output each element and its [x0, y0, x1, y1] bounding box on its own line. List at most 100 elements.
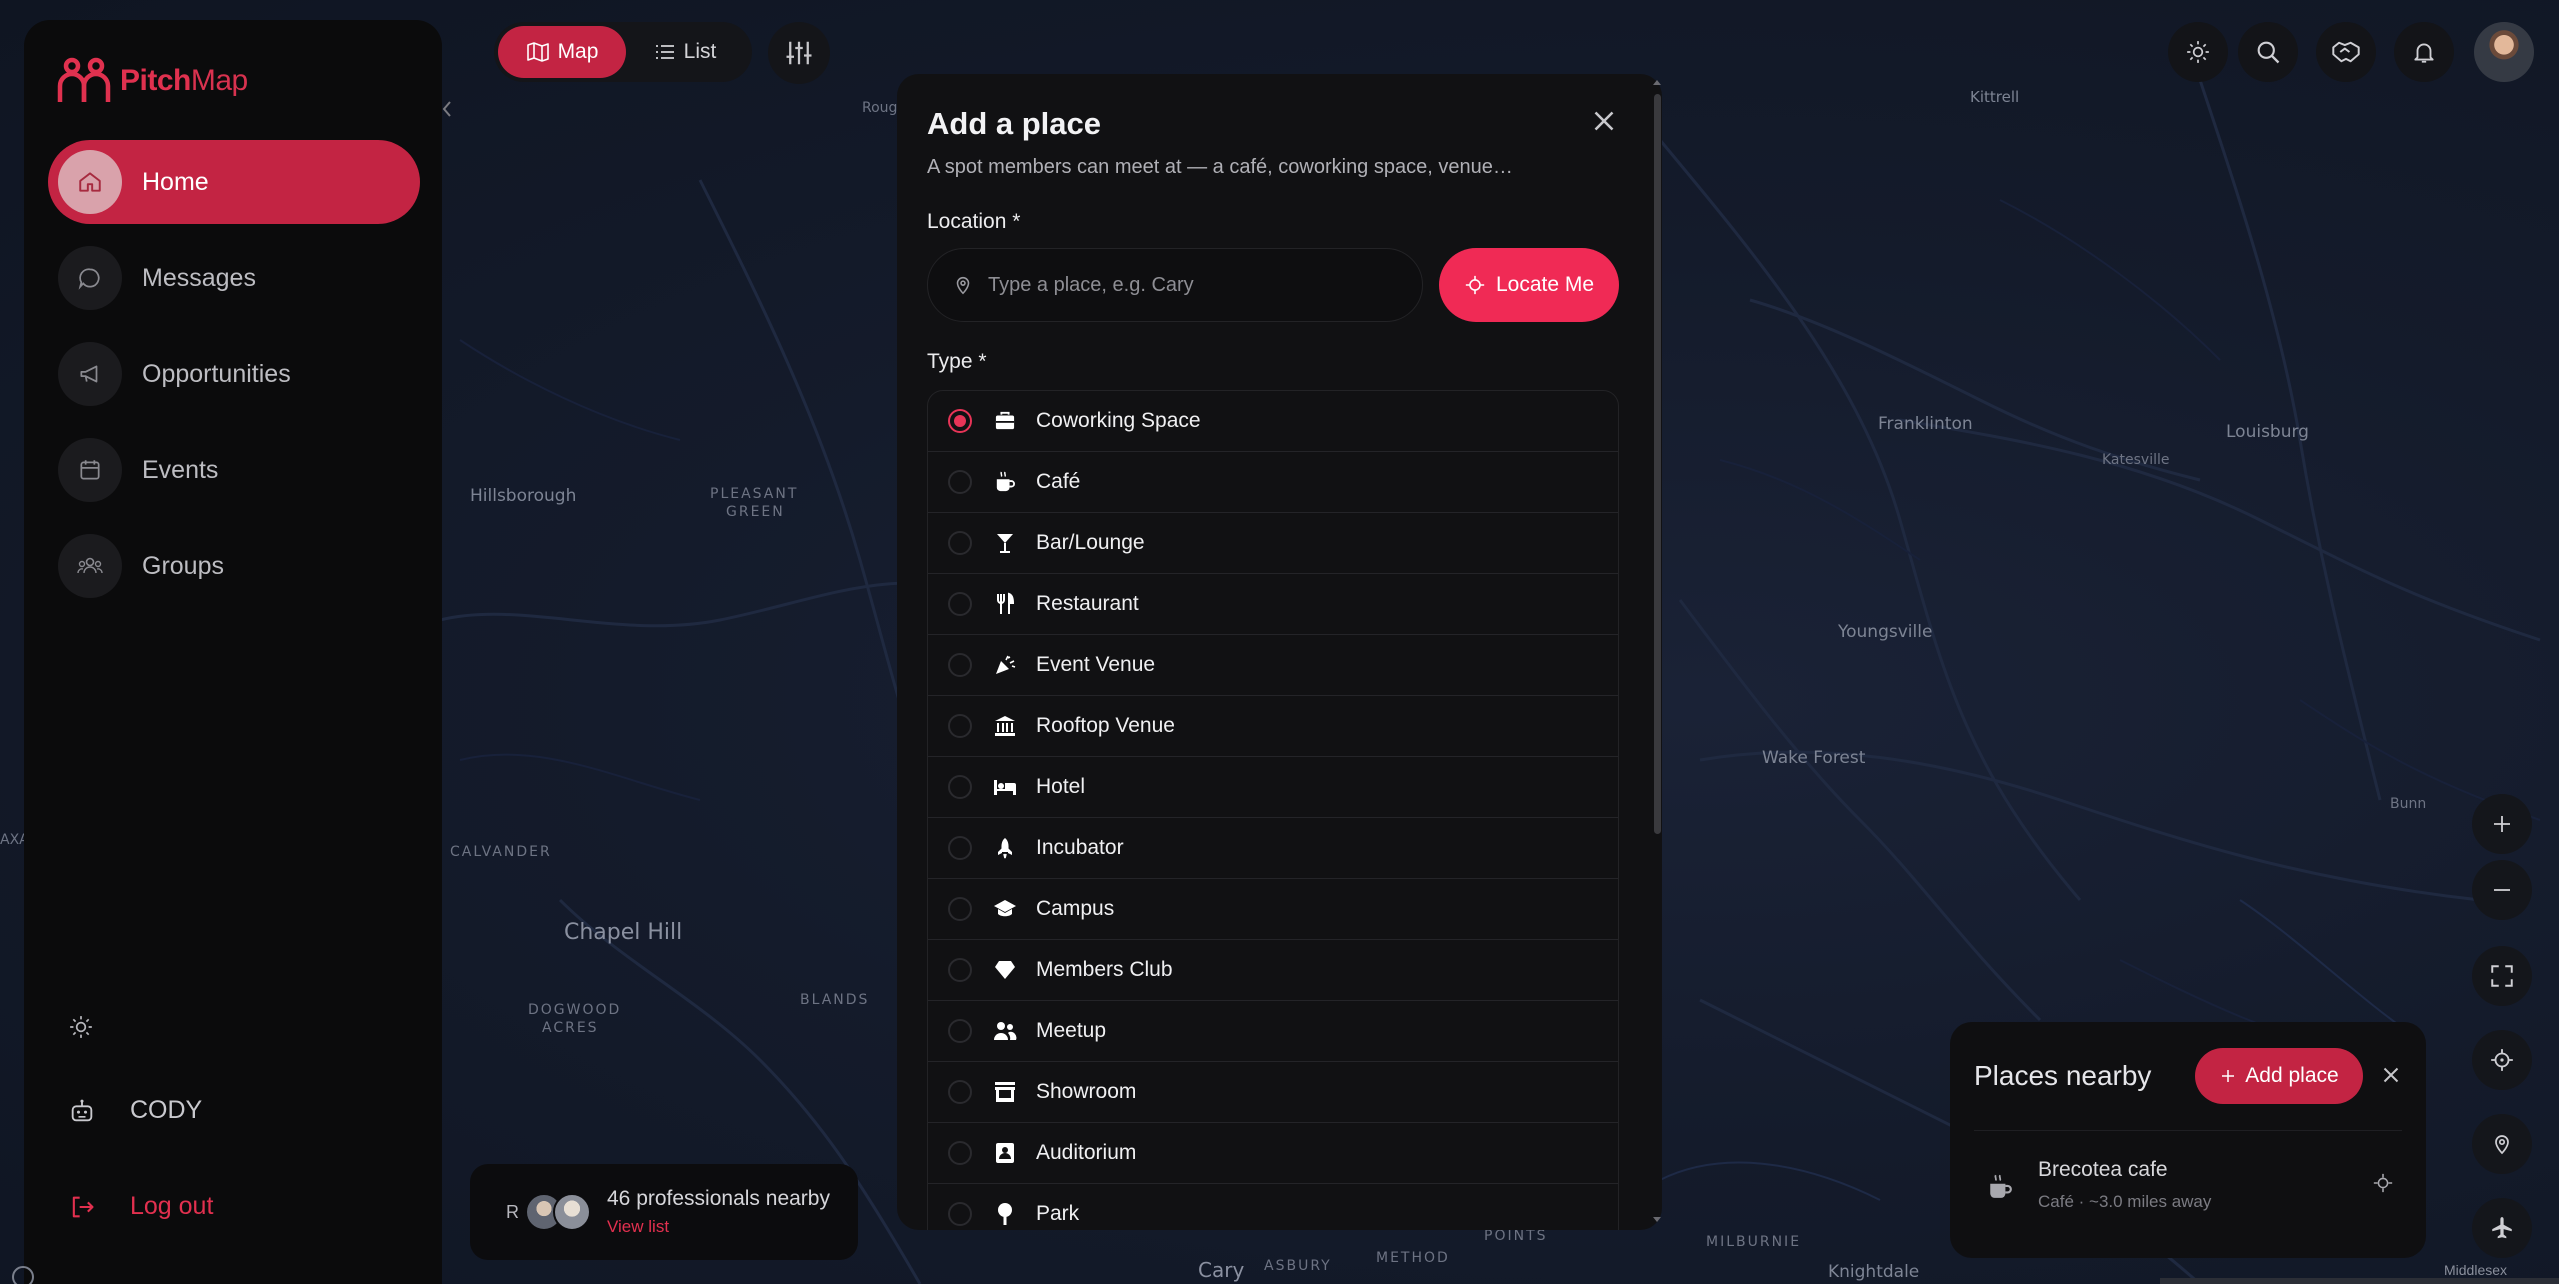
type-option-rooftop-venue[interactable]: Rooftop Venue — [928, 696, 1618, 757]
radio-button[interactable] — [948, 714, 972, 738]
type-option-label: Rooftop Venue — [1036, 714, 1175, 737]
map-pin-icon — [2495, 1135, 2509, 1155]
graduation-cap-icon — [992, 896, 1018, 922]
add-place-button[interactable]: Add place — [2195, 1048, 2363, 1104]
type-option-cafe[interactable]: Café — [928, 452, 1618, 513]
fullscreen-button[interactable] — [2472, 946, 2532, 1006]
radio-button[interactable] — [948, 836, 972, 860]
type-option-auditorium[interactable]: Auditorium — [928, 1123, 1618, 1184]
zoom-out-button[interactable] — [2472, 860, 2532, 920]
map-label: Franklinton — [1878, 414, 1973, 434]
type-option-campus[interactable]: Campus — [928, 879, 1618, 940]
location-field[interactable] — [927, 248, 1423, 322]
radio-button[interactable] — [948, 1202, 972, 1226]
scroll-down-arrow-icon[interactable] — [1651, 1216, 1663, 1224]
type-option-label: Café — [1036, 470, 1081, 493]
place-list-item[interactable]: Brecotea cafe Café · ~3.0 miles away — [1974, 1152, 2402, 1228]
type-option-label: Park — [1036, 1202, 1080, 1225]
close-places-button[interactable] — [2378, 1062, 2406, 1090]
sidebar-item-label: Home — [142, 167, 209, 196]
brand-logo[interactable]: PitchMap — [56, 56, 248, 106]
recenter-button[interactable] — [2472, 1030, 2532, 1090]
drop-pin-button[interactable] — [2472, 1114, 2532, 1174]
sidebar-item-home[interactable]: Home — [48, 140, 420, 224]
collapse-sidebar-button[interactable] — [436, 92, 458, 126]
sidebar-item-messages[interactable]: Messages — [48, 236, 420, 320]
type-option-coworking-space[interactable]: Coworking Space — [928, 391, 1618, 452]
type-option-hotel[interactable]: Hotel — [928, 757, 1618, 818]
radio-button[interactable] — [948, 897, 972, 921]
type-option-bar-lounge[interactable]: Bar/Lounge — [928, 513, 1618, 574]
radio-button[interactable] — [948, 592, 972, 616]
locate-me-button[interactable]: Locate Me — [1439, 248, 1619, 322]
people-icon — [992, 1018, 1018, 1044]
sun-icon — [2187, 41, 2209, 63]
radio-button[interactable] — [948, 775, 972, 799]
plus-icon — [2222, 1070, 2235, 1082]
plus-icon — [2494, 816, 2510, 832]
map-scale-bar — [2160, 1278, 2559, 1284]
user-avatar[interactable] — [2474, 22, 2534, 82]
radio-button[interactable] — [948, 958, 972, 982]
map-label: CALVANDER — [450, 844, 552, 860]
search-button[interactable] — [2238, 22, 2298, 82]
type-option-label: Campus — [1036, 897, 1115, 920]
travel-mode-button[interactable] — [2472, 1198, 2532, 1258]
map-label: Hillsborough — [470, 486, 577, 506]
close-icon — [1594, 111, 1614, 131]
chevron-left-icon — [442, 101, 451, 117]
connections-button[interactable] — [2316, 22, 2376, 82]
close-dialog-button[interactable] — [1587, 104, 1621, 138]
radio-button[interactable] — [948, 409, 972, 433]
search-icon — [2257, 41, 2280, 64]
type-option-showroom[interactable]: Showroom — [928, 1062, 1618, 1123]
airplane-icon — [2492, 1217, 2512, 1239]
list-view-button[interactable]: List — [626, 26, 744, 78]
users-icon — [58, 534, 122, 598]
map-label: ACRES — [542, 1020, 599, 1036]
type-option-members-club[interactable]: Members Club — [928, 940, 1618, 1001]
professional-initial: R — [506, 1201, 519, 1222]
type-option-park[interactable]: Park — [928, 1184, 1618, 1230]
location-label: Location * — [927, 210, 1021, 233]
radio-button[interactable] — [948, 653, 972, 677]
type-option-meetup[interactable]: Meetup — [928, 1001, 1618, 1062]
radio-button[interactable] — [948, 1019, 972, 1043]
radio-button[interactable] — [948, 531, 972, 555]
scroll-up-arrow-icon[interactable] — [1651, 78, 1663, 86]
notifications-button[interactable] — [2394, 22, 2454, 82]
map-label: POINTS — [1484, 1228, 1548, 1244]
fullscreen-icon — [2491, 965, 2513, 987]
dialog-scrollbar[interactable] — [1654, 94, 1661, 834]
map-view-button[interactable]: Map — [498, 26, 626, 78]
sidebar-item-events[interactable]: Events — [48, 428, 420, 512]
view-toggle: Map List — [494, 22, 752, 82]
crosshair-icon — [1465, 275, 1485, 295]
sidebar-item-opportunities[interactable]: Opportunities — [48, 332, 420, 416]
type-option-label: Event Venue — [1036, 653, 1156, 676]
zoom-in-button[interactable] — [2472, 794, 2532, 854]
type-option-label: Members Club — [1036, 958, 1173, 981]
professionals-nearby-card[interactable]: R 46 professionals nearby View list — [470, 1164, 858, 1260]
view-list-link[interactable]: View list — [607, 1217, 830, 1237]
radio-button[interactable] — [948, 1141, 972, 1165]
sidebar-item-label: Groups — [142, 551, 224, 580]
type-option-restaurant[interactable]: Restaurant — [928, 574, 1618, 635]
assistant-cody[interactable]: CODY — [68, 1096, 202, 1125]
type-option-event-venue[interactable]: Event Venue — [928, 635, 1618, 696]
logout-button[interactable]: Log out — [68, 1192, 213, 1221]
calendar-icon — [58, 438, 122, 502]
filter-button[interactable] — [768, 22, 830, 84]
location-input[interactable] — [988, 273, 1388, 297]
locate-place-button[interactable] — [2372, 1172, 2394, 1199]
map-info-icon[interactable] — [12, 1266, 34, 1284]
logout-label: Log out — [130, 1192, 214, 1220]
map-label: GREEN — [726, 504, 785, 520]
theme-button[interactable] — [2168, 22, 2228, 82]
type-option-incubator[interactable]: Incubator — [928, 818, 1618, 879]
radio-button[interactable] — [948, 1080, 972, 1104]
type-label: Type * — [927, 350, 987, 373]
sidebar-item-groups[interactable]: Groups — [48, 524, 420, 608]
radio-button[interactable] — [948, 470, 972, 494]
theme-toggle-button[interactable] — [68, 1014, 94, 1045]
